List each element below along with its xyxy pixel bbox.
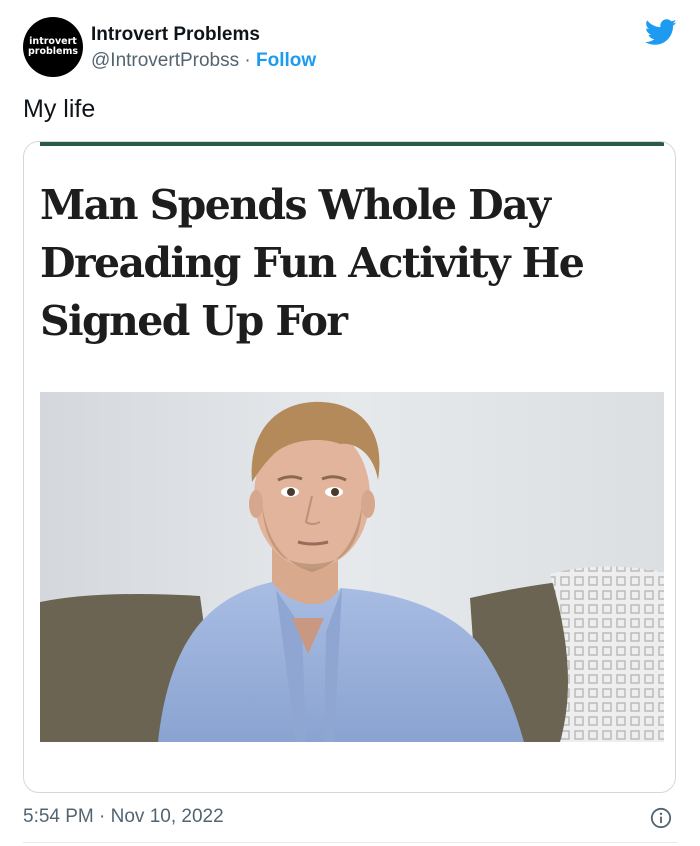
author-display-name[interactable]: Introvert Problems [91,24,260,46]
article-photo [40,392,664,742]
author-handle[interactable]: @IntrovertProbss [91,50,239,71]
twitter-bird-icon[interactable] [645,19,677,46]
info-icon[interactable] [650,807,672,829]
divider [23,842,677,843]
tweet-timestamp[interactable]: 5:54 PM · Nov 10, 2022 [23,806,224,828]
article-card[interactable]: Man Spends Whole Day Dreading Fun Activi… [23,141,676,793]
author-handle-line: @IntrovertProbss · Follow [91,50,316,72]
card-accent-rule [40,142,664,146]
follow-link[interactable]: Follow [256,50,316,71]
avatar-text-line2: problems [27,46,79,57]
tweet-text: My life [23,95,96,123]
article-headline: Man Spends Whole Day Dreading Fun Activi… [40,181,585,345]
separator-dot: · [239,50,257,71]
avatar[interactable]: introvert problems [23,17,83,77]
